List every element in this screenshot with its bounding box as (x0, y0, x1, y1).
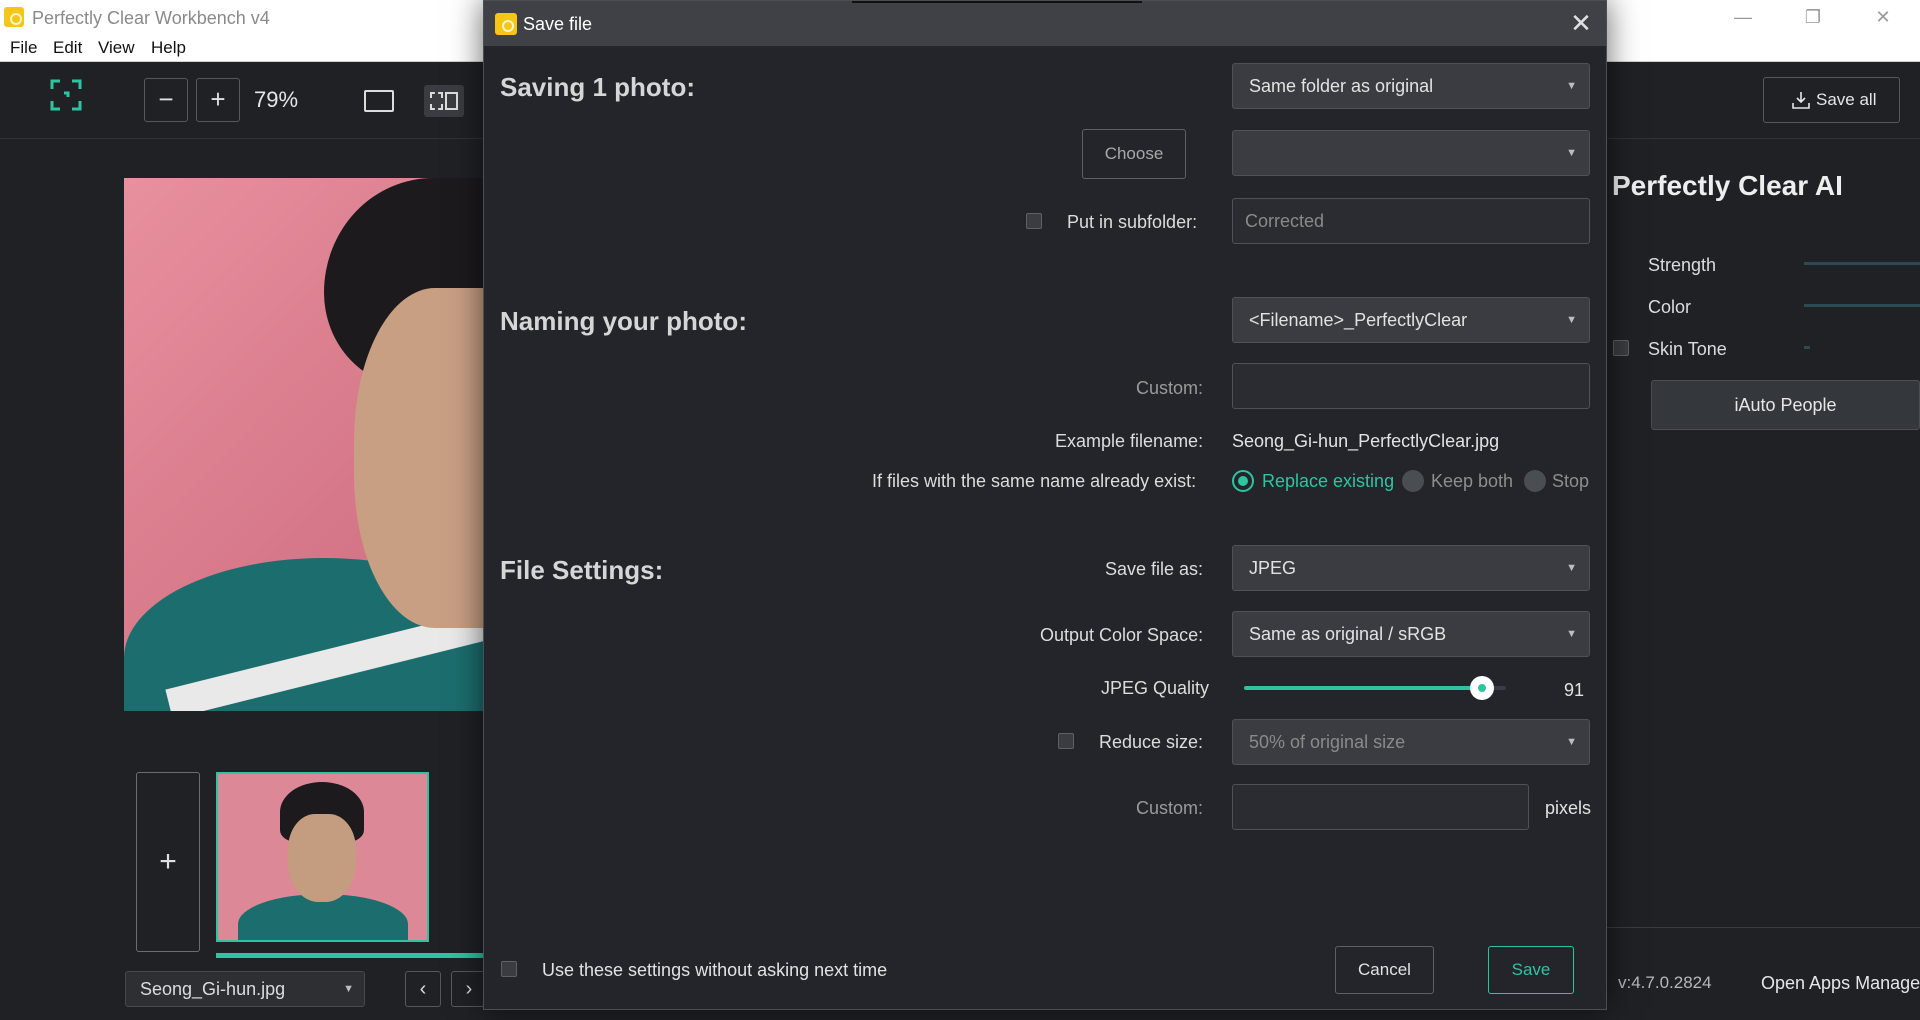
app-logo-icon (4, 7, 24, 27)
keep-both-radio[interactable] (1402, 470, 1424, 492)
single-view-icon[interactable] (364, 90, 394, 112)
replace-existing-label[interactable]: Replace existing (1262, 471, 1394, 492)
subfolder-label: Put in subfolder: (1067, 212, 1198, 232)
file-exists-label: If files with the same name already exis… (872, 471, 1197, 491)
app-title: Perfectly Clear Workbench v4 (32, 8, 270, 28)
skin-tone-slider[interactable] (1804, 346, 1810, 349)
remember-settings-label: Use these settings without asking next t… (542, 960, 888, 980)
adjustment-skin-tone-label: Skin Tone (1648, 339, 1727, 359)
zoom-out-button[interactable]: − (144, 78, 188, 122)
choose-folder-button[interactable]: Choose (1082, 129, 1186, 179)
prev-photo-button[interactable]: ‹ (405, 971, 441, 1007)
close-window-icon[interactable]: ✕ (1854, 0, 1912, 34)
keep-both-label[interactable]: Keep both (1431, 471, 1513, 492)
custom-name-label: Custom: (1136, 378, 1204, 398)
color-space-label: Output Color Space: (1040, 625, 1204, 645)
subfolder-checkbox[interactable] (1026, 213, 1042, 229)
dialog-logo-icon (495, 13, 517, 35)
menu-file[interactable]: File (10, 38, 37, 58)
strength-slider[interactable] (1804, 262, 1920, 265)
restore-icon[interactable]: ❐ (1784, 0, 1842, 34)
naming-heading: Naming your photo: (500, 306, 747, 336)
panel-title: Perfectly Clear AI (1612, 170, 1843, 201)
close-icon[interactable]: ✕ (1566, 8, 1596, 38)
naming-pattern-dropdown[interactable]: <Filename>_PerfectlyClear ▼ (1232, 297, 1590, 343)
folder-dropdown[interactable]: ▼ (1232, 130, 1590, 176)
chevron-down-icon: ▼ (1566, 562, 1577, 574)
custom-name-input[interactable] (1232, 363, 1590, 409)
file-format-dropdown[interactable]: JPEG ▼ (1232, 545, 1590, 591)
file-settings-heading: File Settings: (500, 555, 664, 585)
download-icon (1792, 92, 1810, 109)
version-label: v:4.7.0.2824 (1618, 973, 1712, 992)
jpeg-quality-slider[interactable] (1244, 676, 1506, 700)
panel-divider (1607, 927, 1920, 928)
jpeg-quality-label: JPEG Quality (1101, 678, 1210, 698)
file-select-value: Seong_Gi-hun.jpg (140, 979, 286, 999)
custom-size-input[interactable] (1232, 784, 1529, 830)
dialog-title: Save file (523, 14, 593, 34)
chevron-down-icon: ▼ (1566, 628, 1577, 640)
add-photo-button[interactable]: + (136, 772, 200, 952)
chevron-down-icon: ▼ (343, 983, 354, 995)
menu-help[interactable]: Help (151, 38, 186, 58)
save-button[interactable]: Save (1488, 946, 1574, 994)
next-photo-button[interactable]: › (451, 971, 487, 1007)
color-slider[interactable] (1804, 304, 1920, 307)
naming-pattern-value: <Filename>_PerfectlyClear (1249, 310, 1468, 330)
save-file-dialog: Save file ✕ Saving 1 photo: Same folder … (483, 0, 1607, 1010)
progress-bar (216, 953, 486, 958)
zoom-in-button[interactable]: + (196, 78, 240, 122)
color-space-dropdown[interactable]: Same as original / sRGB ▼ (1232, 611, 1590, 657)
pixels-unit-label: pixels (1545, 798, 1592, 818)
file-format-value: JPEG (1249, 558, 1297, 578)
skin-tone-checkbox[interactable] (1613, 340, 1629, 356)
example-filename-value: Seong_Gi-hun_PerfectlyClear.jpg (1232, 431, 1500, 451)
reduce-size-label: Reduce size: (1099, 732, 1204, 752)
chevron-down-icon: ▼ (1566, 80, 1577, 92)
save-location-dropdown[interactable]: Same folder as original ▼ (1232, 63, 1590, 109)
adjustment-color-label: Color (1648, 297, 1692, 317)
replace-existing-radio[interactable] (1232, 470, 1254, 492)
remember-settings-checkbox[interactable] (501, 961, 517, 977)
menu-view[interactable]: View (98, 38, 135, 58)
reduce-size-value: 50% of original size (1249, 732, 1406, 752)
adjustment-strength-label: Strength (1648, 255, 1717, 275)
saving-heading: Saving 1 photo: (500, 72, 695, 102)
reduce-size-dropdown[interactable]: 50% of original size ▼ (1232, 719, 1590, 765)
stop-label[interactable]: Stop (1552, 471, 1589, 492)
dialog-titlebar: Save file ✕ (484, 1, 1606, 46)
menu-edit[interactable]: Edit (53, 38, 82, 58)
file-select-dropdown[interactable]: Seong_Gi-hun.jpg ▼ (125, 971, 365, 1007)
custom-size-label: Custom: (1136, 798, 1204, 818)
save-location-value: Same folder as original (1249, 76, 1434, 96)
stop-radio[interactable] (1524, 470, 1546, 492)
split-view-icon[interactable] (424, 85, 464, 117)
save-all-button[interactable]: Save all (1763, 77, 1900, 123)
photo-thumbnail[interactable] (216, 772, 429, 942)
photo-preview[interactable] (124, 178, 484, 711)
chevron-down-icon: ▼ (1566, 147, 1577, 159)
subfolder-input[interactable]: Corrected (1232, 198, 1590, 244)
minimize-icon[interactable]: — (1714, 0, 1772, 34)
reduce-size-checkbox[interactable] (1058, 733, 1074, 749)
cancel-button[interactable]: Cancel (1335, 946, 1434, 994)
slider-handle[interactable] (1470, 676, 1495, 700)
jpeg-quality-fill (1244, 686, 1483, 690)
chevron-down-icon: ▼ (1566, 314, 1577, 326)
zoom-level: 79% (254, 87, 299, 112)
chevron-down-icon: ▼ (1566, 736, 1577, 748)
jpeg-quality-value: 91 (1564, 680, 1585, 700)
crop-icon[interactable] (50, 79, 82, 111)
iauto-people-button[interactable]: iAuto People (1651, 380, 1920, 430)
example-filename-label: Example filename: (1055, 431, 1204, 451)
save-all-label: Save all (1816, 90, 1877, 109)
save-as-label: Save file as: (1105, 559, 1204, 579)
open-apps-manager-link[interactable]: Open Apps Manager (1761, 973, 1920, 994)
color-space-value: Same as original / sRGB (1249, 624, 1447, 644)
